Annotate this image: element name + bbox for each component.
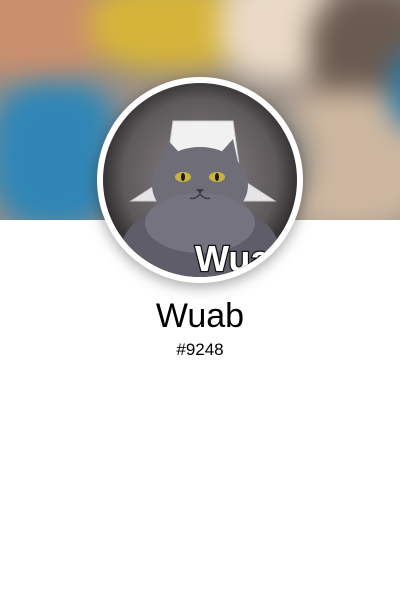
avatar-frame[interactable]: Wua	[97, 77, 303, 283]
profile-card: Wua Wuab #9248	[0, 0, 400, 600]
user-discriminator: #9248	[176, 340, 224, 359]
avatar-caption: Wua	[195, 238, 271, 277]
cat-avatar-image: Wua	[120, 120, 280, 277]
username: Wuab	[155, 297, 245, 335]
avatar[interactable]: Wua	[103, 83, 297, 277]
